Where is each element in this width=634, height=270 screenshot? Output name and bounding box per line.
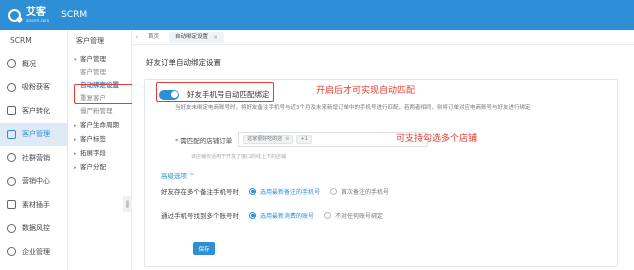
subnav-group-assign[interactable]: ▸ 客户分配: [68, 160, 131, 174]
sidebar-item-marketing[interactable]: 营销中心: [0, 170, 67, 194]
chevron-left-icon[interactable]: ‹: [132, 33, 142, 41]
auto-match-description: 当好友未绑定电商账号时，将好友备注手机号与近3个月及未来新增订单中的手机号进行匹…: [175, 105, 531, 111]
convert-icon: [7, 106, 16, 116]
tab-bar: ‹ 首页 自动绑定设置 ×: [132, 30, 634, 45]
subnav-group-lifecycle[interactable]: ▸ 客户生命周期: [68, 118, 131, 132]
sidebar-item-enterprise[interactable]: 企业管理: [0, 240, 67, 264]
store-tag: 这家很好吃的店 ⊗: [243, 135, 294, 144]
annotation-multi-store: 可支持勾选多个店铺: [396, 134, 478, 144]
option-account-label: 通过手机号找到多个账号时: [161, 212, 239, 220]
tab-home[interactable]: 首页: [142, 32, 165, 43]
radio-latest-account[interactable]: 选用最新消费的账号: [249, 211, 314, 220]
logo[interactable]: 艾客 aiscrm.com: [8, 6, 50, 23]
radio-latest-phone[interactable]: 选用最新备注的手机号: [249, 187, 320, 196]
logo-text: 艾客: [26, 6, 46, 18]
option-row-phone: 好友存在多个备注手机号时 选用最新备注的手机号 首次备注的手机号: [161, 186, 389, 196]
radio-unchecked-icon: [324, 211, 332, 219]
option-row-account: 通过手机号找到多个账号时 选用最新消费的账号 不对任何账号绑定: [161, 210, 383, 220]
save-button[interactable]: 保存: [193, 242, 215, 255]
annotation-enable: 开启后才可实现自动匹配: [316, 86, 416, 96]
sidebar-title: SCRM: [10, 36, 32, 45]
tab-auto-bind[interactable]: 自动绑定设置 ×: [169, 31, 225, 43]
overview-icon: [7, 59, 16, 69]
store-field-row: * 需匹配的店铺订单 这家很好吃的店 ⊗ +1 ⌄: [175, 132, 429, 147]
logo-subtext: aiscrm.com: [26, 17, 50, 23]
main-sidebar: SCRM 概况 吸粉获客 客户转化 客户管理 社群营销 营销中心 素材插手 数据…: [0, 30, 68, 270]
subnav-title: 客户管理: [76, 37, 104, 45]
tag-close-icon[interactable]: ⊗: [285, 135, 289, 144]
app-title: SCRM: [61, 10, 88, 20]
marketing-icon: [7, 176, 16, 186]
option-phone-label: 好友存在多个备注手机号时: [161, 188, 239, 196]
sidebar-item-customer[interactable]: 客户管理: [0, 122, 67, 146]
logo-icon: [8, 8, 21, 22]
sidebar-item-acquire[interactable]: 吸粉获客: [0, 76, 67, 100]
subnav-item-zombie[interactable]: 僵尸粉管理: [68, 105, 131, 118]
sidebar-item-material[interactable]: 素材插手: [0, 193, 67, 217]
page-title: 好友订单自动绑定设置: [146, 58, 221, 67]
close-icon[interactable]: ×: [213, 32, 218, 43]
radio-no-bind[interactable]: 不对任何账号绑定: [324, 211, 383, 220]
sidebar-item-overview[interactable]: 概况: [0, 52, 67, 76]
highlight-box-toggle: [156, 82, 274, 102]
customer-icon: [7, 129, 16, 139]
top-bar: 艾客 aiscrm.com SCRM: [0, 0, 634, 30]
store-more-tag: +1: [296, 135, 312, 144]
radio-checked-icon: [249, 187, 256, 195]
sidebar-item-data[interactable]: 数据风控: [0, 217, 67, 241]
store-hint: 该店铺仅适用于开发了接口的线上下的店铺: [191, 154, 287, 160]
subnav-item-customer-list[interactable]: 客户管理: [68, 66, 131, 79]
radio-first-phone[interactable]: 首次备注的手机号: [330, 187, 389, 196]
material-icon: [7, 200, 16, 210]
enterprise-icon: [7, 247, 16, 257]
acquire-icon: [7, 82, 16, 92]
subnav-group-fields[interactable]: ▸ 拓展字段: [68, 146, 131, 160]
data-icon: [7, 223, 16, 233]
store-field-label: 需匹配的店铺订单: [180, 136, 233, 145]
advanced-options-toggle[interactable]: 高级选项 ^: [161, 170, 195, 180]
community-icon: [7, 153, 16, 163]
main-content: 好友订单自动绑定设置 好友手机号自动匹配绑定 当好友未绑定电商账号时，将好友备注…: [132, 45, 634, 270]
subnav-group-tags[interactable]: ▸ 客户标签: [68, 132, 131, 146]
sidebar-item-community[interactable]: 社群营销: [0, 146, 67, 170]
highlight-box-subnav: [74, 84, 136, 104]
radio-checked-icon: [249, 211, 256, 219]
sub-nav: 客户管理 ▾ 客户管理 客户管理 自动绑定设置 重复客户 僵尸粉管理 ▸ 客户生命周…: [68, 30, 132, 270]
radio-unchecked-icon: [330, 187, 338, 195]
sidebar-item-convert[interactable]: 客户转化: [0, 99, 67, 123]
settings-card: 好友手机号自动匹配绑定 当好友未绑定电商账号时，将好友备注手机号与近3个月及未来…: [144, 79, 618, 267]
subnav-group-customer[interactable]: ▾ 客户管理: [68, 52, 131, 66]
chevron-up-icon: ^: [189, 172, 195, 180]
collapse-icon[interactable]: ‖: [123, 196, 132, 212]
